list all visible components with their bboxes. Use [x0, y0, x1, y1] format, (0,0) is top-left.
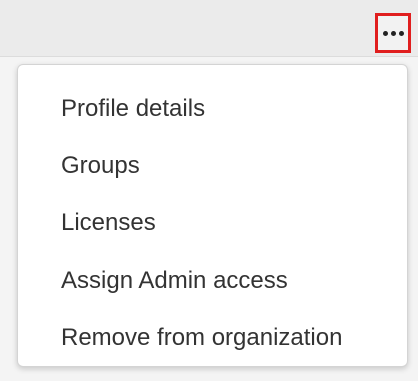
more-options-button[interactable]	[375, 13, 411, 53]
dot	[390, 30, 396, 36]
dot	[398, 30, 404, 36]
table-row-background	[0, 0, 418, 57]
screenshot-stage: Profile details Groups Licenses Assign A…	[0, 0, 418, 381]
menu-item-profile-details[interactable]: Profile details	[61, 94, 205, 124]
context-menu: Profile details Groups Licenses Assign A…	[17, 64, 408, 367]
menu-item-assign-admin-access[interactable]: Assign Admin access	[61, 266, 288, 296]
dot	[382, 30, 388, 36]
menu-item-groups[interactable]: Groups	[61, 151, 140, 181]
more-horizontal-icon	[382, 30, 404, 36]
menu-item-licenses[interactable]: Licenses	[61, 208, 156, 238]
menu-item-remove-from-organization[interactable]: Remove from organization	[61, 323, 342, 353]
